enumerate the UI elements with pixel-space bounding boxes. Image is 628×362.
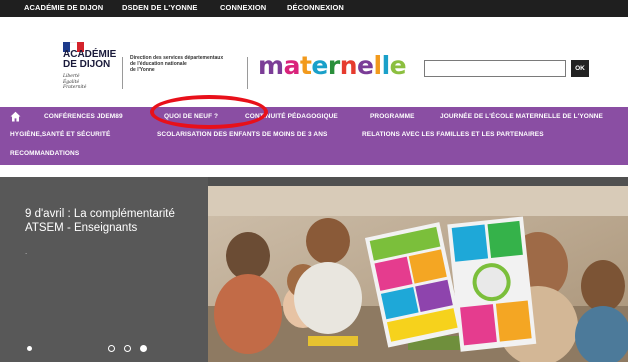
red-highlight-circle bbox=[150, 95, 268, 129]
topbar-link-dsden[interactable]: DSDEN DE L'YONNE bbox=[122, 3, 197, 12]
search-ok-button[interactable]: OK bbox=[571, 60, 589, 77]
logo-letter: l bbox=[381, 51, 391, 80]
classroom-photo bbox=[208, 186, 628, 362]
nav-item-conferences[interactable]: CONFÉRENCES JDEM89 bbox=[44, 113, 123, 120]
direction-text: Direction des services départementaux de… bbox=[130, 55, 224, 73]
home-icon[interactable] bbox=[10, 111, 21, 122]
slider-dot-3-active[interactable] bbox=[140, 345, 147, 352]
logo-letter: t bbox=[299, 51, 312, 80]
slide-caption-panel: 9 d'avril : La complémentarité ATSEM - E… bbox=[0, 177, 208, 362]
topbar-link-academie[interactable]: ACADÉMIE DE DIJON bbox=[24, 3, 103, 12]
topbar-link-deconnexion[interactable]: DÉCONNEXION bbox=[287, 3, 344, 12]
nav-item-hygiene[interactable]: HYGIÈNE,SANTÉ ET SÉCURITÉ bbox=[10, 131, 110, 138]
search-input[interactable] bbox=[424, 60, 566, 77]
topbar-link-connexion[interactable]: CONNEXION bbox=[220, 3, 266, 12]
main-navigation: CONFÉRENCES JDEM89 QUOI DE NEUF ? CONTIN… bbox=[0, 107, 628, 165]
site-header: ACADÉMIE DE DIJON Liberté Égalité Frater… bbox=[0, 17, 628, 107]
logo-letter: r bbox=[327, 51, 340, 80]
slider-dot-1[interactable] bbox=[108, 345, 115, 352]
maternelle-logo[interactable]: maternelle bbox=[258, 51, 407, 80]
hero-slider[interactable]: 9 d'avril : La complémentarité ATSEM - E… bbox=[0, 177, 628, 362]
slider-pause-indicator[interactable] bbox=[27, 346, 32, 351]
nav-item-recommandations[interactable]: RECOMMANDATIONS bbox=[10, 150, 79, 157]
top-bar: ACADÉMIE DE DIJON DSDEN DE L'YONNE CONNE… bbox=[0, 0, 628, 17]
nav-item-relations[interactable]: RELATIONS AVEC LES FAMILLES ET LES PARTE… bbox=[362, 131, 544, 138]
spacer bbox=[0, 165, 628, 177]
logo-letter: n bbox=[339, 51, 358, 80]
academie-name: ACADÉMIE DE DIJON bbox=[63, 49, 117, 70]
logo-letter: e bbox=[357, 51, 374, 80]
header-divider bbox=[247, 57, 248, 89]
logo-letter: l bbox=[373, 51, 382, 80]
academie-logo[interactable]: ACADÉMIE DE DIJON Liberté Égalité Frater… bbox=[60, 39, 120, 105]
header-divider bbox=[122, 57, 123, 89]
republic-motto: Liberté Égalité Fraternité bbox=[63, 74, 87, 90]
french-flag-icon bbox=[63, 39, 85, 52]
logo-letter: e bbox=[311, 51, 328, 80]
logo-letter: e bbox=[389, 51, 407, 80]
nav-item-scolarisation[interactable]: SCOLARISATION DES ENFANTS DE MOINS DE 3 … bbox=[157, 131, 327, 138]
logo-letter: a bbox=[283, 51, 301, 80]
nav-item-programme[interactable]: PROGRAMME bbox=[370, 113, 415, 120]
slide-title[interactable]: 9 d'avril : La complémentarité ATSEM - E… bbox=[25, 207, 205, 235]
slide-subtitle: . bbox=[25, 247, 28, 256]
nav-item-journee[interactable]: JOURNÉE DE L'ÉCOLE MATERNELLE DE L'YONNE bbox=[440, 113, 603, 120]
slider-dot-2[interactable] bbox=[124, 345, 131, 352]
logo-letter: m bbox=[258, 51, 284, 80]
